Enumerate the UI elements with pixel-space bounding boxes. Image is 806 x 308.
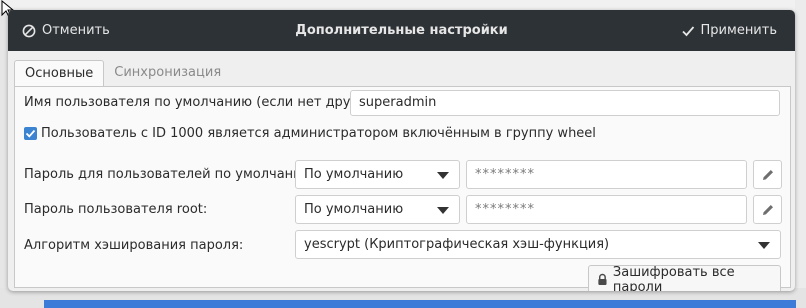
encrypt-all-passwords-button[interactable]: Зашифровать все пароли [588, 265, 781, 291]
chevron-down-icon [758, 242, 770, 249]
chevron-down-icon [437, 172, 449, 179]
default-user-password-mode-value: По умолчанию [304, 167, 404, 182]
background-table-header [44, 300, 796, 308]
edit-root-password-button[interactable] [753, 195, 782, 224]
root-password-mode-value: По умолчанию [304, 202, 404, 217]
wheel-admin-label: Пользователь с ID 1000 является админист… [41, 126, 596, 141]
advanced-settings-dialog: Отменить Дополнительные настройки Примен… [8, 10, 795, 291]
checkmark-icon [25, 129, 36, 138]
chevron-down-icon [437, 207, 449, 214]
apply-button[interactable]: Применить [681, 10, 777, 51]
default-user-input[interactable]: superadmin [350, 90, 780, 116]
background-window-edge [795, 0, 806, 308]
default-user-password-label: Пароль для пользователей по умолчанию: [24, 167, 317, 182]
dialog-header: Отменить Дополнительные настройки Примен… [8, 10, 795, 51]
default-user-password-mode-select[interactable]: По умолчанию [295, 160, 460, 189]
tab-general[interactable]: Основные [14, 60, 105, 87]
apply-label: Применить [700, 23, 777, 38]
pencil-icon [762, 169, 773, 180]
dialog-title: Дополнительные настройки [295, 23, 508, 38]
hash-algorithm-select[interactable]: yescrypt (Криптографическая хэш-функция) [295, 230, 781, 259]
root-password-input[interactable]: ******** [466, 195, 747, 224]
encrypt-all-label: Зашифровать все пароли [612, 264, 735, 292]
general-tab-panel: Имя пользователя по умолчанию (если нет … [14, 86, 791, 291]
hash-algorithm-value: yescrypt (Криптографическая хэш-функция) [304, 237, 610, 252]
checkmark-icon [681, 25, 694, 36]
hash-algorithm-label: Алгоритм хэширования пароля: [24, 238, 244, 253]
lock-icon [598, 273, 607, 285]
edit-default-user-password-button[interactable] [753, 160, 782, 189]
root-password-mode-select[interactable]: По умолчанию [295, 195, 460, 224]
tab-bar: Основные Синхронизация [14, 60, 231, 87]
wheel-admin-checkbox[interactable] [24, 127, 37, 140]
root-password-label: Пароль пользователя root: [24, 202, 208, 217]
tab-sync[interactable]: Синхронизация [104, 60, 231, 86]
default-user-label: Имя пользователя по умолчанию (если нет … [24, 95, 383, 110]
pencil-icon [762, 204, 773, 215]
default-user-password-input[interactable]: ******** [466, 160, 747, 189]
